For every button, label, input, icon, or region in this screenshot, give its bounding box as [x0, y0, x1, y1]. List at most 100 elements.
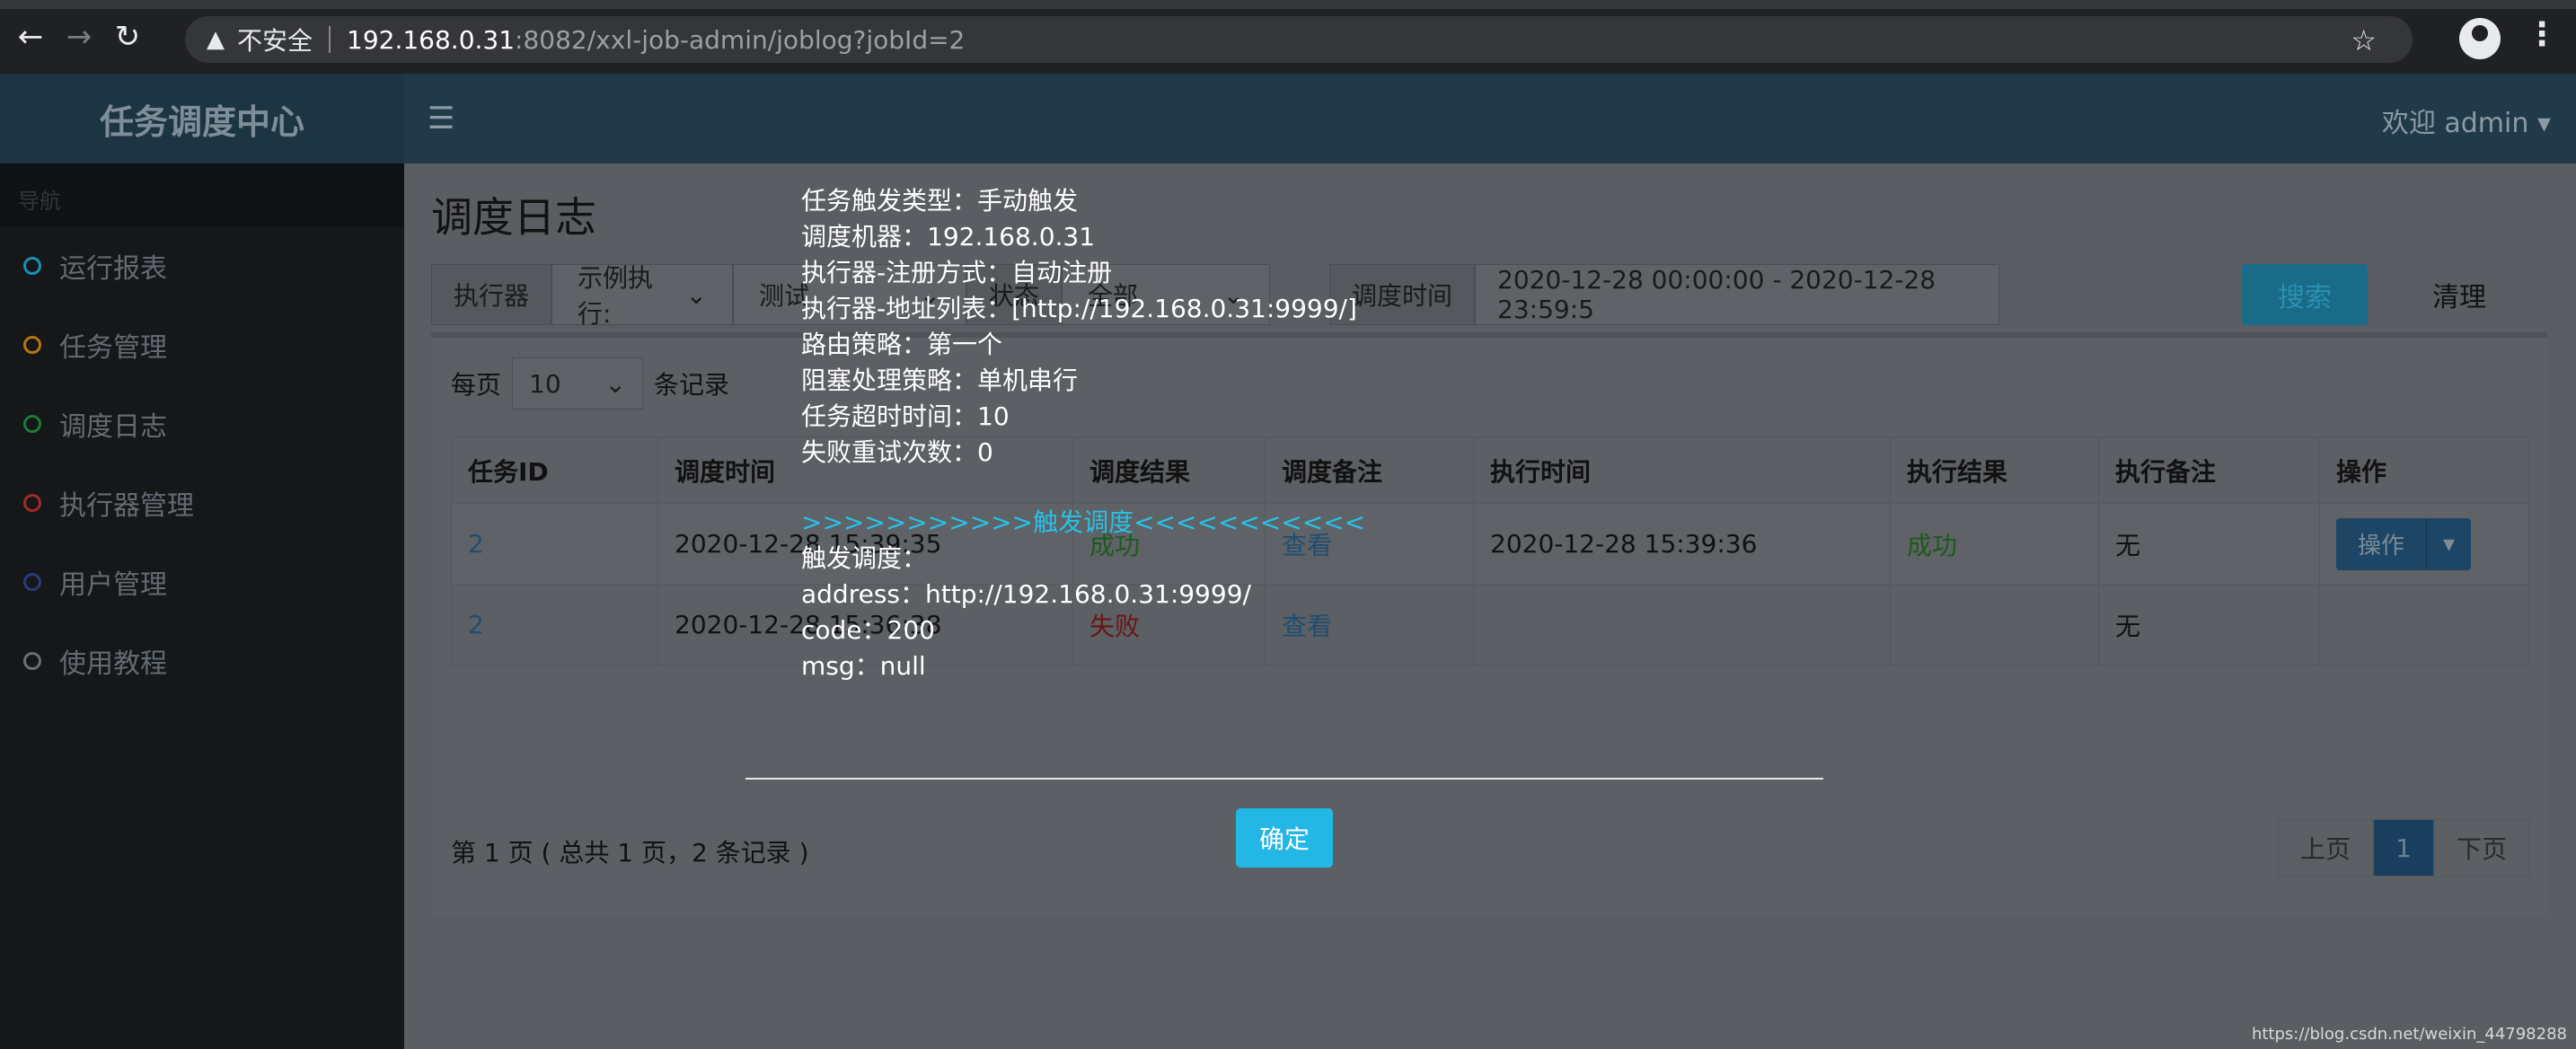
circle-icon [23, 573, 41, 591]
sidebar-item-label: 用户管理 [59, 569, 167, 601]
operation-label: 操作 [2358, 533, 2405, 560]
profile-avatar-icon[interactable] [2459, 18, 2501, 59]
welcome-text: 欢迎 admin [2381, 108, 2529, 139]
dialog-line: 路由策略：第一个 [801, 330, 1003, 359]
operation-dropdown-button[interactable]: 操作 ▾ [2336, 517, 2472, 570]
confirm-button[interactable]: 确定 [1236, 808, 1333, 868]
executor-label: 执行器 [431, 264, 552, 325]
dialog-result-line: 触发调度： [801, 543, 928, 573]
chevron-down-icon: ⌄ [604, 368, 627, 399]
clear-button[interactable]: 清理 [2414, 264, 2504, 325]
app-logo[interactable]: 任务调度中心 [0, 74, 404, 163]
reload-icon[interactable]: ↻ [110, 19, 146, 55]
page-size-value: 10 [529, 368, 561, 399]
circle-icon [23, 336, 41, 354]
col-exec-result[interactable]: 执行结果 [1890, 436, 2099, 504]
operation-cell [2319, 584, 2529, 666]
browser-menu-icon[interactable]: ⋮ [2526, 16, 2558, 53]
task-id-link[interactable]: 2 [451, 503, 658, 585]
caret-down-icon: ▾ [2536, 108, 2551, 139]
col-exec-time[interactable]: 执行时间 [1473, 436, 1891, 504]
user-menu[interactable]: 欢迎 admin ▾ [2382, 101, 2551, 140]
address-bar[interactable]: ▲ 不安全 192.168.0.31 :8082/xxl-job-admin/j… [185, 16, 2413, 63]
circle-icon [23, 415, 41, 433]
circle-icon [23, 494, 41, 512]
exec-result-cell: 成功 [1890, 503, 2099, 585]
exec-remark-cell: 无 [2098, 503, 2320, 585]
dialog-line: 任务触发类型：手动触发 [801, 186, 1079, 216]
sidebar-item-executors[interactable]: 执行器管理 [0, 463, 404, 542]
search-button[interactable]: 搜索 [2242, 264, 2368, 325]
circle-icon [23, 257, 41, 275]
sidebar-section-header: 导航 [0, 163, 404, 226]
page-size-control: 每页 10 ⌄ 条记录 [451, 357, 729, 410]
url-path: :8082/xxl-job-admin/joblog?jobId=2 [515, 24, 966, 55]
exec-result-cell [1890, 584, 2099, 666]
sidebar-item-label: 使用教程 [59, 648, 167, 680]
page-size-select[interactable]: 10 ⌄ [512, 357, 644, 410]
dialog-line: 阻塞处理策略：单机串行 [801, 366, 1079, 395]
dialog-line: 执行器-注册方式：自动注册 [801, 258, 1113, 287]
sidebar-item-label: 运行报表 [59, 253, 167, 285]
trigger-separator-line: >>>>>>>>>>>触发调度<<<<<<<<<<< [801, 507, 1366, 537]
executor-select-value: 示例执行: [578, 263, 654, 329]
security-label: 不安全 [237, 26, 313, 56]
app-header: 任务调度中心 ☰ 欢迎 admin ▾ [0, 74, 2576, 163]
forward-icon[interactable]: → [61, 19, 97, 55]
circle-icon [23, 652, 41, 670]
table-header-row: 任务ID 调度时间 调度结果 调度备注 执行时间 执行结果 执行备注 操作 [451, 436, 2529, 504]
dialog-line: 任务超时时间：10 [801, 401, 1010, 431]
sidebar-item-report[interactable]: 运行报表 [0, 226, 404, 305]
dialog-spacer [801, 471, 1365, 505]
perpage-prefix: 每页 [451, 370, 502, 400]
sidebar-toggle-icon[interactable]: ☰ [428, 101, 454, 137]
browser-toolbar: ← → ↻ ▲ 不安全 192.168.0.31 :8082/xxl-job-a… [0, 0, 2576, 74]
exec-time-cell [1473, 584, 1891, 666]
main-content: 调度日志 执行器 示例执行: ⌄ 测试 ⌄ 状态 全部 ⌄ 调度时间 2020-… [404, 163, 2576, 1049]
caret-down-icon[interactable]: ▾ [2426, 517, 2471, 570]
back-icon[interactable]: ← [13, 19, 49, 55]
address-separator [329, 26, 331, 53]
table-row: 2 2020-12-28 15:36:38 失败 查看 无 [451, 584, 2529, 666]
prev-page-button[interactable]: 上页 [2278, 819, 2374, 877]
warning-icon: ▲ [207, 26, 225, 53]
col-operation: 操作 [2319, 436, 2529, 504]
time-range-input[interactable]: 2020-12-28 00:00:00 - 2020-12-28 23:59:5 [1475, 264, 2000, 325]
dialog-line: 执行器-地址列表：[http://192.168.0.31:9999/] [801, 294, 1357, 323]
watermark: https://blog.csdn.net/weixin_44798288 [2251, 1025, 2567, 1044]
log-table-box: 每页 10 ⌄ 条记录 任务ID 调度时间 调度结果 调度备注 执行时间 执行结… [431, 332, 2547, 916]
sidebar-item-joblog[interactable]: 调度日志 [0, 384, 404, 463]
log-table: 任务ID 调度时间 调度结果 调度备注 执行时间 执行结果 执行备注 操作 2 … [451, 436, 2529, 666]
task-id-link[interactable]: 2 [451, 584, 658, 666]
dialog-result-line: code：200 [801, 615, 935, 645]
table-row: 2 2020-12-28 15:39:35 成功 查看 2020-12-28 1… [451, 503, 2529, 585]
pagination: 上页 1 下页 [2278, 819, 2529, 877]
page-title: 调度日志 [431, 193, 596, 242]
sidebar-item-label: 执行器管理 [59, 490, 194, 522]
col-exec-remark[interactable]: 执行备注 [2098, 436, 2320, 504]
chevron-down-icon: ⌄ [685, 279, 708, 310]
executor-select[interactable]: 示例执行: ⌄ [551, 263, 734, 329]
url-host: 192.168.0.31 [347, 24, 516, 55]
sidebar-item-label: 调度日志 [59, 411, 167, 443]
sidebar-item-jobs[interactable]: 任务管理 [0, 305, 404, 384]
dialog-result-line: address：http://192.168.0.31:9999/ [801, 579, 1251, 609]
dialog-result-line: msg：null [801, 651, 926, 681]
bookmark-star-icon[interactable]: ☆ [2351, 23, 2377, 57]
exec-time-cell: 2020-12-28 15:39:36 [1473, 503, 1891, 585]
sidebar-item-help[interactable]: 使用教程 [0, 621, 404, 701]
next-page-button[interactable]: 下页 [2433, 819, 2529, 877]
sidebar-item-label: 任务管理 [59, 332, 167, 364]
exec-remark-cell: 无 [2098, 584, 2320, 666]
page-1-button[interactable]: 1 [2373, 819, 2434, 877]
operation-cell: 操作 ▾ [2319, 503, 2529, 585]
pagination-info: 第 1 页 ( 总共 1 页，2 条记录 ) [451, 838, 809, 868]
sidebar: 导航 运行报表 任务管理 调度日志 执行器管理 用户管理 使用教程 [0, 163, 404, 1049]
perpage-suffix: 条记录 [654, 370, 730, 400]
dialog-line: 失败重试次数：0 [801, 437, 993, 467]
trigger-log-dialog: 任务触发类型：手动触发 调度机器：192.168.0.31 执行器-注册方式：自… [801, 183, 1365, 684]
dialog-line: 调度机器：192.168.0.31 [801, 222, 1096, 251]
dialog-divider [745, 778, 1823, 780]
col-task-id[interactable]: 任务ID [451, 436, 658, 504]
sidebar-item-users[interactable]: 用户管理 [0, 542, 404, 621]
